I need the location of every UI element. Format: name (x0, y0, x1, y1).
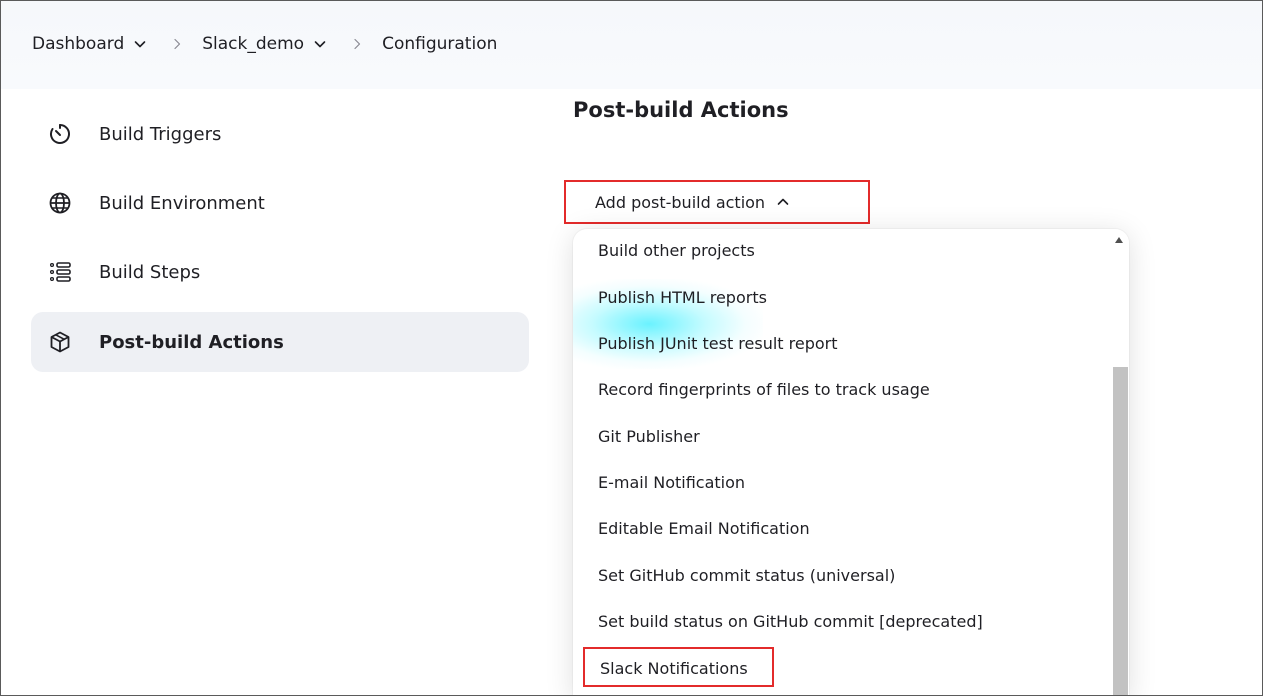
menu-item-set-build-status-github[interactable]: Set build status on GitHub commit [depre… (598, 611, 983, 633)
globe-icon (49, 192, 71, 214)
breadcrumb-bar: Dashboard Slack_demo Configuration (1, 1, 1262, 89)
sidebar-item-label: Build Triggers (99, 123, 222, 145)
breadcrumb-dashboard-label: Dashboard (32, 34, 125, 54)
section-title: Post-build Actions (573, 98, 789, 122)
menu-item-git-publisher[interactable]: Git Publisher (598, 426, 700, 448)
menu-item-publish-html-reports[interactable]: Publish HTML reports (598, 287, 767, 309)
breadcrumb-job[interactable]: Slack_demo (202, 34, 326, 54)
package-icon (50, 331, 70, 353)
menu-item-set-github-commit-status[interactable]: Set GitHub commit status (universal) (598, 565, 895, 587)
sidebar-item-build-steps[interactable]: Build Steps (31, 242, 529, 302)
add-post-build-action-button[interactable]: Add post-build action (564, 180, 870, 224)
sidebar-item-label: Post-build Actions (99, 331, 284, 353)
post-build-action-menu: Build other projects Publish HTML report… (573, 229, 1129, 695)
scroll-up-arrow-icon[interactable] (1114, 236, 1124, 244)
menu-item-editable-email-notification[interactable]: Editable Email Notification (598, 518, 810, 540)
add-post-build-action-label: Add post-build action (595, 192, 766, 212)
breadcrumb-configuration-label: Configuration (382, 34, 498, 54)
sidebar-item-post-build-actions[interactable]: Post-build Actions (31, 312, 529, 372)
chevron-up-icon (777, 198, 789, 205)
menu-item-slack-notifications[interactable]: Slack Notifications (583, 647, 774, 687)
sidebar-item-label: Build Steps (99, 261, 201, 283)
breadcrumb: Dashboard Slack_demo Configuration (32, 34, 497, 54)
chevron-right-icon (354, 38, 361, 50)
breadcrumb-configuration: Configuration (382, 34, 497, 54)
sidebar-item-build-environment[interactable]: Build Environment (31, 173, 529, 233)
menu-item-publish-junit[interactable]: Publish JUnit test result report (598, 333, 838, 355)
chevron-down-icon[interactable] (134, 38, 146, 50)
timer-icon (50, 124, 70, 144)
jenkins-config-window: Dashboard Slack_demo Configuration Build… (0, 0, 1263, 696)
breadcrumb-job-label: Slack_demo (202, 34, 305, 54)
chevron-right-icon (174, 38, 181, 50)
menu-item-record-fingerprints[interactable]: Record fingerprints of files to track us… (598, 379, 930, 401)
scrollbar-thumb[interactable] (1113, 367, 1128, 695)
chevron-down-icon[interactable] (314, 38, 326, 50)
sidebar-item-build-triggers[interactable]: Build Triggers (31, 104, 529, 164)
menu-item-email-notification[interactable]: E-mail Notification (598, 472, 745, 494)
menu-item-build-other-projects[interactable]: Build other projects (598, 240, 755, 262)
list-steps-icon (49, 262, 71, 282)
breadcrumb-dashboard[interactable]: Dashboard (32, 34, 146, 54)
sidebar-item-label: Build Environment (99, 192, 265, 214)
